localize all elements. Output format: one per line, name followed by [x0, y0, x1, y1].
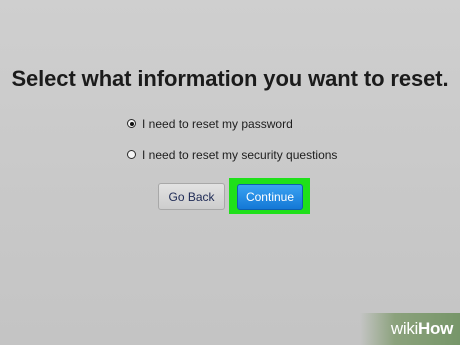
go-back-button[interactable]: Go Back [158, 183, 225, 210]
reset-options: I need to reset my password I need to re… [127, 115, 337, 177]
wikihow-watermark: wikiHow [360, 313, 460, 345]
option-label-reset-password: I need to reset my password [142, 116, 293, 131]
page-title: Select what information you want to rese… [11, 66, 449, 91]
watermark-suffix: How [418, 319, 453, 338]
radio-reset-password[interactable] [127, 119, 136, 128]
option-reset-security-questions[interactable]: I need to reset my security questions [127, 146, 337, 163]
watermark-logo: wikiHow [391, 319, 453, 339]
option-label-reset-security-questions: I need to reset my security questions [142, 147, 338, 162]
radio-reset-security-questions[interactable] [127, 150, 136, 159]
option-reset-password[interactable]: I need to reset my password [127, 115, 337, 132]
reset-page: Select what information you want to rese… [0, 0, 460, 345]
continue-button[interactable]: Continue [237, 184, 303, 210]
watermark-prefix: wiki [390, 319, 419, 338]
